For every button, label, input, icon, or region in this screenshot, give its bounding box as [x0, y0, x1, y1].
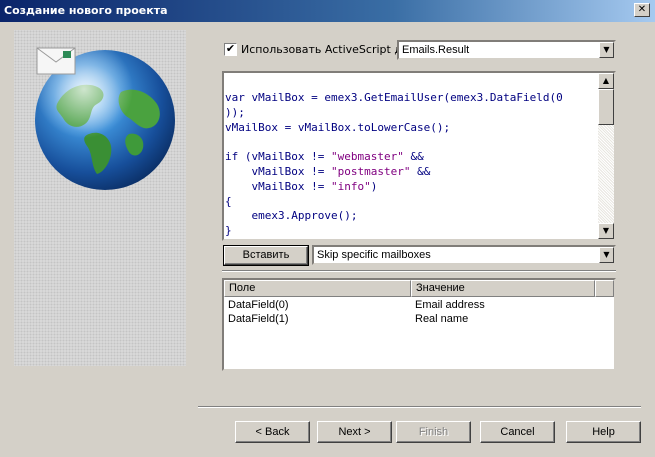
- code-text: vMailBox = vMailBox.toLowerCase();: [225, 120, 451, 134]
- close-icon: ✕: [637, 4, 647, 15]
- next-button-label: Next >: [338, 426, 371, 438]
- script-editor[interactable]: var vMailBox = emex3.GetEmailUser(emex3.…: [222, 71, 616, 241]
- column-header-filler: [595, 280, 614, 297]
- globe-icon: [35, 47, 175, 190]
- activescript-target-value: Emails.Result: [402, 44, 470, 56]
- code-line: emex3.Approve();: [225, 209, 600, 224]
- code-string: "postmaster": [330, 164, 411, 178]
- column-header-value[interactable]: Значение: [411, 280, 595, 297]
- title-bar: Создание нового проекта ✕: [0, 0, 655, 22]
- table-cell: Real name: [415, 313, 469, 325]
- template-select[interactable]: Skip specific mailboxes ▼: [312, 245, 616, 265]
- scroll-up-icon[interactable]: ▲: [598, 73, 614, 89]
- table-header: Поле Значение: [224, 280, 614, 297]
- script-code[interactable]: var vMailBox = emex3.GetEmailUser(emex3.…: [225, 91, 600, 239]
- activescript-label: Использовать ActiveScript для: [241, 43, 416, 56]
- table-cell: DataField(0): [228, 299, 289, 311]
- help-button-label: Help: [592, 426, 615, 438]
- check-mark: ✔: [225, 42, 236, 55]
- back-button[interactable]: < Back: [235, 421, 310, 443]
- code-text: if (vMailBox !=: [225, 150, 331, 164]
- activescript-checkbox[interactable]: ✔: [224, 43, 237, 56]
- code-line: {: [225, 195, 600, 210]
- code-text: vMailBox !=: [225, 179, 331, 193]
- editor-scrollbar[interactable]: ▲ ▼: [598, 73, 614, 239]
- table-cell: DataField(1): [228, 313, 289, 325]
- code-line: }: [225, 224, 600, 239]
- code-text: vMailBox !=: [225, 164, 331, 178]
- code-line: ));: [225, 106, 600, 121]
- window-title: Создание нового проекта: [4, 4, 168, 17]
- code-text: &&: [410, 164, 431, 178]
- code-line: vMailBox != "postmaster" &&: [225, 165, 600, 180]
- code-string: "info": [330, 179, 371, 193]
- finish-button-label: Finish: [418, 426, 449, 438]
- code-text: ));: [225, 105, 245, 119]
- back-button-label: < Back: [255, 426, 290, 438]
- code-string: "webmaster": [330, 150, 404, 164]
- footer-separator: [198, 406, 641, 408]
- insert-button[interactable]: Вставить: [223, 245, 309, 266]
- table-row[interactable]: DataField(1) Real name: [224, 312, 614, 326]
- code-text: emex3.Approve();: [225, 209, 358, 223]
- code-line: vMailBox != "info"): [225, 180, 600, 195]
- template-value: Skip specific mailboxes: [317, 249, 431, 261]
- envelope-icon: [36, 47, 76, 75]
- scroll-thumb[interactable]: [598, 89, 614, 125]
- cancel-button-label: Cancel: [500, 426, 535, 438]
- table-cell: Email address: [415, 299, 485, 311]
- help-button[interactable]: Help: [566, 421, 641, 443]
- scroll-down-icon[interactable]: ▼: [598, 223, 614, 239]
- code-line: if (vMailBox != "webmaster" &&: [225, 150, 600, 165]
- insert-button-label: Вставить: [242, 249, 290, 261]
- code-line: var vMailBox = emex3.GetEmailUser(emex3.…: [225, 91, 600, 106]
- chevron-down-icon[interactable]: ▼: [599, 247, 614, 263]
- wizard-window: Создание нового проекта ✕ ✔ Использовать…: [0, 0, 655, 457]
- close-button[interactable]: ✕: [634, 3, 650, 17]
- fields-table[interactable]: Поле Значение DataField(0) Email address…: [222, 278, 616, 371]
- chevron-down-icon[interactable]: ▼: [599, 42, 614, 58]
- code-text: &&: [403, 150, 424, 164]
- code-text: var vMailBox = emex3.GetEmailUser(emex3.…: [225, 91, 563, 104]
- next-button[interactable]: Next >: [317, 421, 392, 443]
- code-line: vMailBox = vMailBox.toLowerCase();: [225, 121, 600, 136]
- activescript-target-select[interactable]: Emails.Result ▼: [397, 40, 616, 60]
- separator: [222, 270, 616, 272]
- code-text: ): [370, 179, 378, 193]
- code-text: }: [225, 224, 232, 238]
- finish-button[interactable]: Finish: [396, 421, 471, 443]
- code-text: {: [225, 194, 232, 208]
- column-header-field[interactable]: Поле: [224, 280, 411, 297]
- cancel-button[interactable]: Cancel: [480, 421, 555, 443]
- table-row[interactable]: DataField(0) Email address: [224, 298, 614, 312]
